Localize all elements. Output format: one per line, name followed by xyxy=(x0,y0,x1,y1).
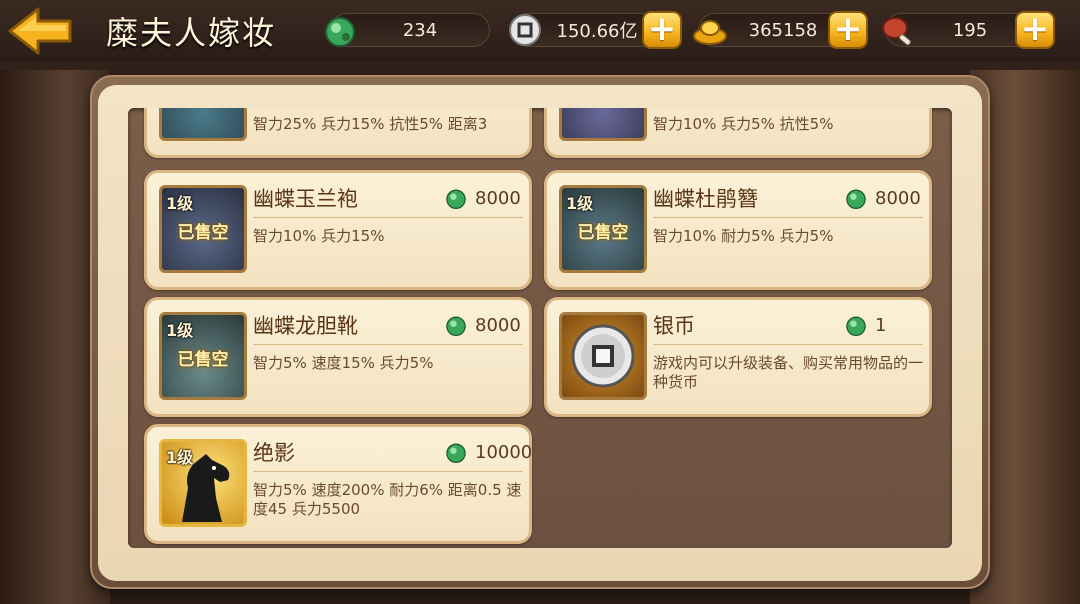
item-list-scroll[interactable]: 智力25% 兵力15% 抗性5% 距离3 智力10% 兵力5% 抗性5% 1级 … xyxy=(128,108,952,548)
divider xyxy=(253,471,523,472)
item-name: 绝影 xyxy=(253,441,295,465)
meat-icon xyxy=(882,17,911,46)
jade-icon xyxy=(446,316,466,337)
divider xyxy=(653,217,923,218)
sold-out-label: 已售空 xyxy=(177,223,229,243)
top-bar: 糜夫人嫁妆 234 150.66亿 + 365158 + 195 + xyxy=(0,0,1080,62)
divider xyxy=(253,217,523,218)
item-price: 8000 xyxy=(843,185,921,211)
item-name: 幽蝶杜鹃簪 xyxy=(653,187,758,211)
item-description: 智力10% 兵力15% xyxy=(253,227,385,245)
item-price-value: 8000 xyxy=(475,187,521,209)
divider xyxy=(653,344,923,345)
item-description: 智力25% 兵力15% 抗性5% 距离3 xyxy=(253,115,488,133)
item-price-value: 8000 xyxy=(875,187,921,209)
jade-icon xyxy=(325,17,355,47)
sold-out-label: 已售空 xyxy=(177,350,229,370)
item-card[interactable]: 智力25% 兵力15% 抗性5% 距离3 xyxy=(144,108,532,158)
jade-icon xyxy=(846,189,866,210)
item-card-robe[interactable]: 1级 已售空 幽蝶玉兰袍 8000 智力10% 兵力15% xyxy=(144,170,532,290)
jade-icon xyxy=(446,443,466,464)
back-button[interactable] xyxy=(6,5,76,57)
add-silver-button[interactable]: + xyxy=(642,11,682,49)
item-price: 10000 xyxy=(443,439,532,465)
item-name: 银币 xyxy=(653,314,695,338)
silver-coin-icon xyxy=(509,14,541,46)
back-arrow-icon xyxy=(8,7,72,55)
item-thumbnail: 1级 已售空 xyxy=(559,185,647,273)
item-card-horse[interactable]: 1级 绝影 10000 智力5% 速度200% 耐力6% 距离0.5 速度45 … xyxy=(144,424,532,544)
item-thumbnail xyxy=(559,312,647,400)
item-price-value: 1 xyxy=(875,314,887,336)
item-level: 1级 xyxy=(166,448,194,467)
item-price-value: 8000 xyxy=(475,314,521,336)
item-price: 8000 xyxy=(443,185,521,211)
add-gold-button[interactable]: + xyxy=(828,11,868,49)
item-thumbnail: 1级 已售空 xyxy=(159,312,247,400)
add-food-button[interactable]: + xyxy=(1015,11,1055,49)
item-price: 1 xyxy=(843,312,886,338)
item-thumbnail: 1级 已售空 xyxy=(159,185,247,273)
gold-ingot-icon xyxy=(693,20,727,45)
page-title: 糜夫人嫁妆 xyxy=(106,14,277,52)
item-description: 智力5% 速度15% 兵力5% xyxy=(253,354,434,372)
item-level: 1级 xyxy=(566,194,594,213)
item-description: 游戏内可以升级装备、购买常用物品的一种货币 xyxy=(653,354,924,391)
item-name: 幽蝶龙胆靴 xyxy=(253,314,358,338)
item-level: 1级 xyxy=(166,194,194,213)
item-card-silver[interactable]: 银币 1 游戏内可以升级装备、购买常用物品的一种货币 xyxy=(544,297,932,417)
item-card-hairpin[interactable]: 1级 已售空 幽蝶杜鹃簪 8000 智力10% 耐力5% 兵力5% xyxy=(544,170,932,290)
item-description: 智力10% 兵力5% 抗性5% xyxy=(653,115,834,133)
item-price: 8000 xyxy=(443,312,521,338)
jade-icon xyxy=(446,189,466,210)
item-level: 1级 xyxy=(166,321,194,340)
item-list[interactable]: 智力25% 兵力15% 抗性5% 距离3 智力10% 兵力5% 抗性5% 1级 … xyxy=(128,108,952,548)
item-description: 智力5% 速度200% 耐力6% 距离0.5 速度45 兵力5500 xyxy=(253,481,522,518)
jade-icon xyxy=(846,316,866,337)
item-card[interactable]: 智力10% 兵力5% 抗性5% xyxy=(544,108,932,158)
item-name: 幽蝶玉兰袍 xyxy=(253,187,358,211)
divider xyxy=(253,344,523,345)
item-card-boots[interactable]: 1级 已售空 幽蝶龙胆靴 8000 智力5% 速度15% 兵力5% xyxy=(144,297,532,417)
sold-out-label: 已售空 xyxy=(577,223,629,243)
item-price-value: 10000 xyxy=(475,441,533,463)
silver-coin-icon xyxy=(571,324,635,388)
item-thumbnail: 1级 xyxy=(159,439,247,527)
item-description: 智力10% 耐力5% 兵力5% xyxy=(653,227,834,245)
item-thumbnail xyxy=(559,108,647,141)
item-thumbnail xyxy=(159,108,247,141)
